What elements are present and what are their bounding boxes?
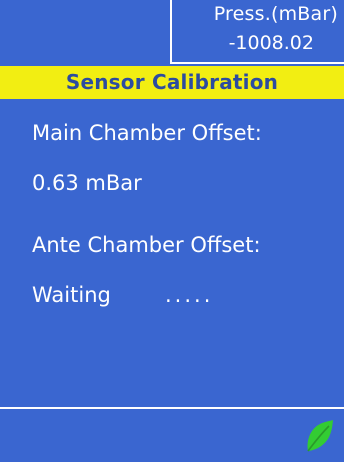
pressure-label: Press.(mBar) bbox=[213, 3, 338, 25]
ante-chamber-offset-label: Ante Chamber Offset: bbox=[32, 233, 261, 257]
page-title: Sensor Calibration bbox=[65, 70, 279, 94]
pressure-value: -1008.02 bbox=[228, 32, 314, 54]
main-chamber-offset-label: Main Chamber Offset: bbox=[32, 121, 262, 145]
main-chamber-offset-value: 0.63 mBar bbox=[32, 171, 142, 195]
title-bar: Sensor Calibration bbox=[0, 66, 344, 99]
top-bar: Press.(mBar) -1008.02 bbox=[0, 0, 344, 64]
pressure-readout: Press.(mBar) -1008.02 bbox=[170, 0, 344, 64]
progress-dots: ..... bbox=[165, 283, 214, 307]
leaf-icon[interactable] bbox=[304, 419, 334, 453]
calibration-screen: Press.(mBar) -1008.02 Sensor Calibration… bbox=[0, 0, 344, 462]
footer-bar bbox=[0, 409, 344, 462]
ante-chamber-offset-status: Waiting bbox=[32, 283, 111, 307]
